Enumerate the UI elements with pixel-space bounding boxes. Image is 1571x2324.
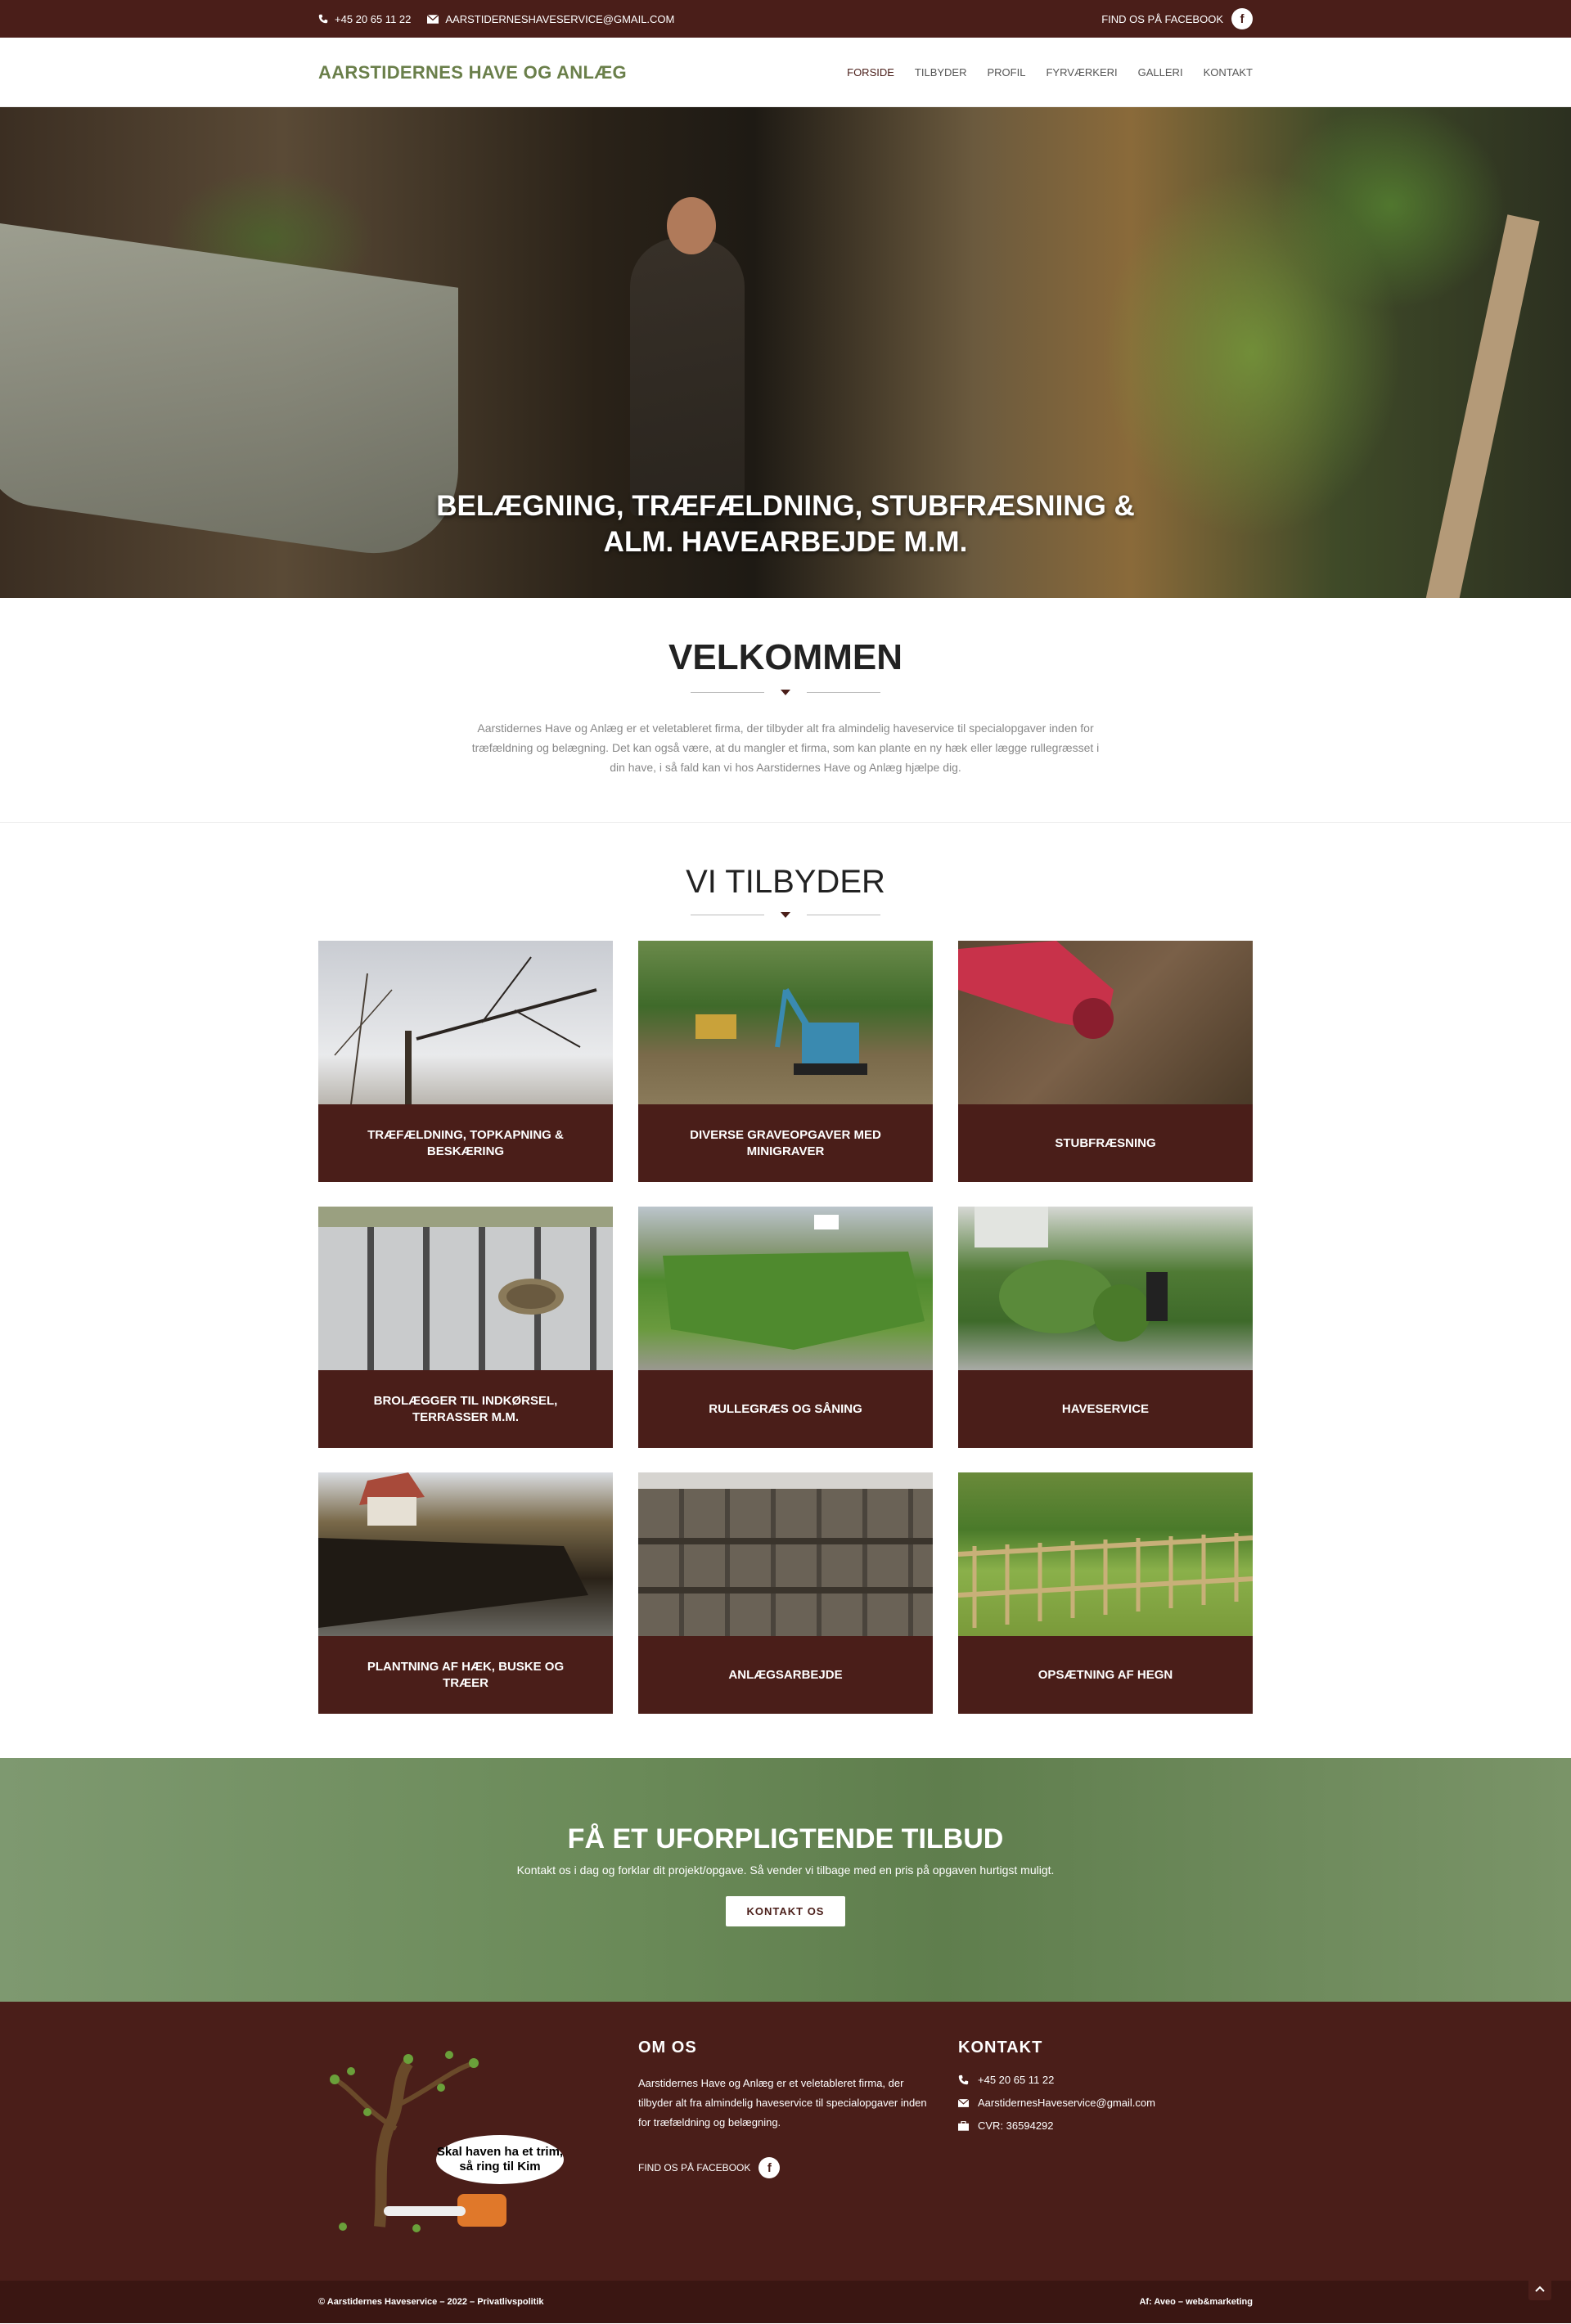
service-image-tree <box>318 941 613 1104</box>
caret-down-icon <box>781 690 790 695</box>
nav-item-galleri[interactable]: GALLERI <box>1138 66 1183 79</box>
site-header: AARSTIDERNES HAVE OG ANLÆG FORSIDE TILBY… <box>0 38 1571 107</box>
service-label: TRÆFÆLDNING, TOPKAPNING & BESKÆRING <box>318 1104 613 1182</box>
hero-headline-line-1: BELÆGNING, TRÆFÆLDNING, STUBFRÆSNING & <box>436 490 1135 522</box>
service-card-hegn[interactable]: OPSÆTNING AF HEGN <box>958 1472 1253 1714</box>
scroll-to-top-button[interactable] <box>1528 2277 1551 2300</box>
footer-contact-title: KONTAKT <box>958 2039 1043 2057</box>
facebook-icon[interactable]: f <box>1231 8 1253 29</box>
topbar-email[interactable]: AARSTIDERNESHAVESERVICE@GMAIL.COM <box>427 13 674 25</box>
service-card-traefaeldning[interactable]: TRÆFÆLDNING, TOPKAPNING & BESKÆRING <box>318 941 613 1182</box>
envelope-icon <box>958 2098 970 2107</box>
service-card-anlaegsarbejde[interactable]: ANLÆGSARBEJDE <box>638 1472 933 1714</box>
nav-item-forside[interactable]: FORSIDE <box>847 66 894 79</box>
topbar-facebook-label: FIND OS PÅ FACEBOOK <box>1101 12 1223 25</box>
briefcase-icon <box>958 2120 970 2131</box>
offer-cta-section: FÅ ET UFORPLIGTENDE TILBUD Kontakt os i … <box>0 1758 1571 2002</box>
welcome-text: Aarstidernes Have og Anlæg er et veletab… <box>471 721 1100 774</box>
footer-logo-image: Skal haven ha et trim, så ring til Kim <box>318 2039 564 2243</box>
footer-facebook-link[interactable]: FIND OS PÅ FACEBOOK f <box>638 2157 933 2178</box>
service-label: DIVERSE GRAVEOPGAVER MED MINIGRAVER <box>638 1104 933 1182</box>
service-card-haveservice[interactable]: HAVESERVICE <box>958 1207 1253 1448</box>
caret-down-icon <box>781 912 790 918</box>
footer-logo-slogan-1: Skal haven ha et trim, <box>437 2145 563 2159</box>
cta-title: FÅ ET UFORPLIGTENDE TILBUD <box>567 1823 1004 1854</box>
credit-text[interactable]: Af: Aveo – web&marketing <box>1139 2297 1253 2307</box>
title-divider <box>0 912 1571 918</box>
service-label: OPSÆTNING AF HEGN <box>958 1636 1253 1714</box>
top-bar: +45 20 65 11 22 AARSTIDERNESHAVESERVICE@… <box>0 0 1571 38</box>
services-title: VI TILBYDER <box>686 864 885 900</box>
nav-item-fyrvaerkeri[interactable]: FYRVÆRKERI <box>1046 66 1117 79</box>
site-logo[interactable]: AARSTIDERNES HAVE OG ANLÆG <box>318 62 627 83</box>
service-image-garden <box>958 1207 1253 1370</box>
footer-logo-slogan-2: så ring til Kim <box>459 2160 540 2173</box>
services-grid: TRÆFÆLDNING, TOPKAPNING & BESKÆRING DIVE… <box>318 941 1253 1714</box>
phone-icon <box>958 2075 970 2085</box>
envelope-icon <box>427 14 439 24</box>
chevron-up-icon <box>1535 2286 1545 2292</box>
footer-contact-column: KONTAKT +45 20 65 11 22 AarstidernesHave… <box>958 2039 1253 2243</box>
service-card-brolaegger[interactable]: BROLÆGGER TIL INDKØRSEL, TERRASSER M.M. <box>318 1207 613 1448</box>
site-footer: Skal haven ha et trim, så ring til Kim O… <box>0 2002 1571 2281</box>
hero-banner: BELÆGNING, TRÆFÆLDNING, STUBFRÆSNING & A… <box>0 107 1571 598</box>
footer-email-text: AarstidernesHaveservice@gmail.com <box>978 2097 1155 2109</box>
topbar-email-text: AARSTIDERNESHAVESERVICE@GMAIL.COM <box>445 12 675 25</box>
footer-cvr: CVR: 36594292 <box>958 2119 1253 2132</box>
service-label: PLANTNING AF HÆK, BUSKE OG TRÆER <box>318 1636 613 1714</box>
nav-item-profil[interactable]: PROFIL <box>988 66 1026 79</box>
footer-logo-column: Skal haven ha et trim, så ring til Kim <box>318 2039 613 2243</box>
service-card-stubfraesning[interactable]: STUBFRÆSNING <box>958 941 1253 1182</box>
title-divider <box>0 690 1571 695</box>
service-image-planting <box>318 1472 613 1636</box>
nav-item-kontakt[interactable]: KONTAKT <box>1204 66 1253 79</box>
services-section: VI TILBYDER TRÆFÆLDNING, TOPKAPNING & BE… <box>0 823 1571 1758</box>
service-label: STUBFRÆSNING <box>958 1104 1253 1182</box>
footer-phone[interactable]: +45 20 65 11 22 <box>958 2074 1253 2086</box>
footer-email[interactable]: AarstidernesHaveservice@gmail.com <box>958 2097 1253 2109</box>
nav-item-tilbyder[interactable]: TILBYDER <box>915 66 967 79</box>
service-label: RULLEGRÆS OG SÅNING <box>638 1370 933 1448</box>
footer-about-title: OM OS <box>638 2039 697 2057</box>
hero-headline: BELÆGNING, TRÆFÆLDNING, STUBFRÆSNING & A… <box>0 488 1571 560</box>
service-card-graveopgaver[interactable]: DIVERSE GRAVEOPGAVER MED MINIGRAVER <box>638 941 933 1182</box>
service-label: BROLÆGGER TIL INDKØRSEL, TERRASSER M.M. <box>318 1370 613 1448</box>
main-nav: FORSIDE TILBYDER PROFIL FYRVÆRKERI GALLE… <box>826 66 1253 79</box>
hero-person-image <box>630 238 745 516</box>
service-image-construction <box>638 1472 933 1636</box>
facebook-icon[interactable]: f <box>758 2157 781 2178</box>
service-image-stump-grinder <box>958 941 1253 1104</box>
cta-text: Kontakt os i dag og forklar dit projekt/… <box>516 1863 1055 1877</box>
service-label: ANLÆGSARBEJDE <box>638 1636 933 1714</box>
welcome-title: VELKOMMEN <box>668 637 903 677</box>
topbar-facebook-link[interactable]: FIND OS PÅ FACEBOOK f <box>1101 8 1253 29</box>
service-image-lawn <box>638 1207 933 1370</box>
service-card-plantning[interactable]: PLANTNING AF HÆK, BUSKE OG TRÆER <box>318 1472 613 1714</box>
footer-facebook-label: FIND OS PÅ FACEBOOK <box>638 2162 751 2173</box>
footer-about-column: OM OS Aarstidernes Have og Anlæg er et v… <box>638 2039 933 2243</box>
service-image-minigraver <box>638 941 933 1104</box>
service-image-paving <box>318 1207 613 1370</box>
welcome-section: VELKOMMEN Aarstidernes Have og Anlæg er … <box>0 598 1571 823</box>
footer-cvr-text: CVR: 36594292 <box>978 2119 1054 2132</box>
topbar-phone[interactable]: +45 20 65 11 22 <box>318 13 411 25</box>
contact-us-button[interactable]: KONTAKT OS <box>725 1896 846 1926</box>
service-image-fence <box>958 1472 1253 1636</box>
hero-person-head <box>667 197 716 254</box>
hero-headline-line-2: ALM. HAVEARBEJDE M.M. <box>603 526 968 558</box>
service-label: HAVESERVICE <box>958 1370 1253 1448</box>
copyright-text[interactable]: © Aarstidernes Haveservice – 2022 – Priv… <box>318 2297 544 2307</box>
footer-about-text: Aarstidernes Have og Anlæg er et veletab… <box>638 2077 927 2128</box>
service-card-rullegraes[interactable]: RULLEGRÆS OG SÅNING <box>638 1207 933 1448</box>
topbar-phone-text: +45 20 65 11 22 <box>335 12 412 25</box>
footer-phone-text: +45 20 65 11 22 <box>978 2074 1055 2086</box>
phone-icon <box>318 14 328 24</box>
bottom-bar: © Aarstidernes Haveservice – 2022 – Priv… <box>0 2281 1571 2323</box>
